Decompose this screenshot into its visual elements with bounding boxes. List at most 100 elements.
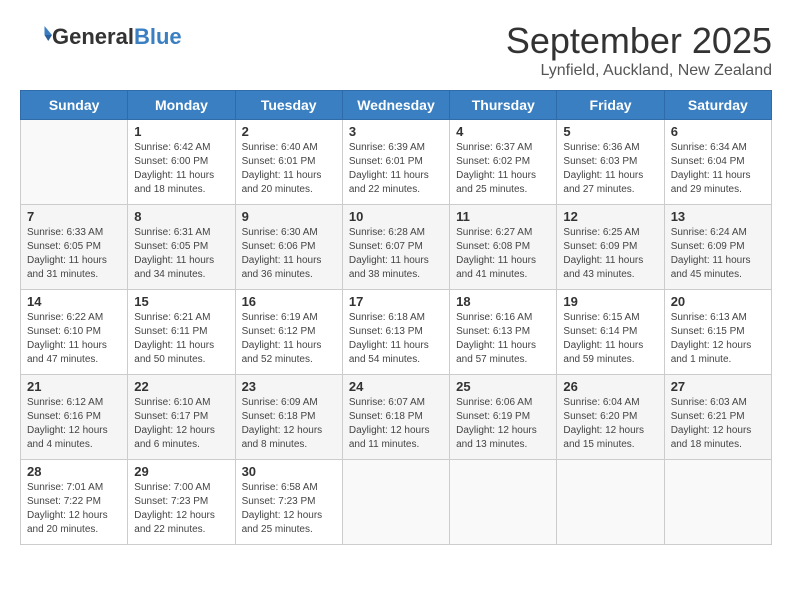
- day-number: 18: [456, 294, 550, 309]
- day-number: 19: [563, 294, 657, 309]
- day-info: Sunrise: 6:42 AMSunset: 6:00 PMDaylight:…: [134, 141, 228, 197]
- calendar-cell: 22 Sunrise: 6:10 AMSunset: 6:17 PMDayligh…: [128, 375, 235, 460]
- header-saturday: Saturday: [664, 91, 771, 120]
- day-info: Sunrise: 6:25 AMSunset: 6:09 PMDaylight:…: [563, 226, 657, 282]
- day-number: 29: [134, 464, 228, 479]
- calendar-cell: 2 Sunrise: 6:40 AMSunset: 6:01 PMDaylight…: [235, 120, 342, 205]
- calendar-header-row: SundayMondayTuesdayWednesdayThursdayFrid…: [21, 91, 772, 120]
- calendar-cell: 12Sunrise: 6:25 AMSunset: 6:09 PMDayligh…: [557, 205, 664, 290]
- day-info: Sunrise: 6:24 AMSunset: 6:09 PMDaylight:…: [671, 226, 765, 282]
- calendar-cell: 3 Sunrise: 6:39 AMSunset: 6:01 PMDaylight…: [342, 120, 449, 205]
- day-info: Sunrise: 6:07 AMSunset: 6:18 PMDaylight:…: [349, 396, 443, 452]
- day-number: 13: [671, 209, 765, 224]
- day-number: 30: [242, 464, 336, 479]
- calendar-cell: 27Sunrise: 6:03 AMSunset: 6:21 PMDayligh…: [664, 375, 771, 460]
- calendar-cell: 20 Sunrise: 6:13 AMSunset: 6:15 PMDayligh…: [664, 290, 771, 375]
- day-info: Sunrise: 6:09 AMSunset: 6:18 PMDaylight:…: [242, 396, 336, 452]
- calendar-cell: [450, 460, 557, 545]
- header-wednesday: Wednesday: [342, 91, 449, 120]
- day-number: 10: [349, 209, 443, 224]
- calendar-cell: 14 Sunrise: 6:22 AMSunset: 6:10 PMDayligh…: [21, 290, 128, 375]
- calendar-cell: 9 Sunrise: 6:30 AMSunset: 6:06 PMDaylight…: [235, 205, 342, 290]
- calendar-cell: [557, 460, 664, 545]
- title-section: September 2025 Lynfield, Auckland, New Z…: [506, 20, 772, 80]
- calendar-cell: [664, 460, 771, 545]
- day-number: 25: [456, 379, 550, 394]
- calendar-cell: 13 Sunrise: 6:24 AMSunset: 6:09 PMDayligh…: [664, 205, 771, 290]
- day-info: Sunrise: 6:06 AMSunset: 6:19 PMDaylight:…: [456, 396, 550, 452]
- location: Lynfield, Auckland, New Zealand: [506, 62, 772, 80]
- calendar-cell: 25 Sunrise: 6:06 AMSunset: 6:19 PMDayligh…: [450, 375, 557, 460]
- header-sunday: Sunday: [21, 91, 128, 120]
- calendar-cell: 29 Sunrise: 7:00 AMSunset: 7:23 PMDayligh…: [128, 460, 235, 545]
- week-row-3: 14 Sunrise: 6:22 AMSunset: 6:10 PMDayligh…: [21, 290, 772, 375]
- day-info: Sunrise: 7:00 AMSunset: 7:23 PMDaylight:…: [134, 481, 228, 537]
- day-number: 24: [349, 379, 443, 394]
- day-number: 9: [242, 209, 336, 224]
- day-number: 23: [242, 379, 336, 394]
- day-info: Sunrise: 6:30 AMSunset: 6:06 PMDaylight:…: [242, 226, 336, 282]
- day-info: Sunrise: 6:10 AMSunset: 6:17 PMDaylight:…: [134, 396, 228, 452]
- calendar-cell: 1Sunrise: 6:42 AMSunset: 6:00 PMDaylight…: [128, 120, 235, 205]
- day-number: 8: [134, 209, 228, 224]
- calendar-cell: 17 Sunrise: 6:18 AMSunset: 6:13 PMDayligh…: [342, 290, 449, 375]
- day-info: Sunrise: 6:40 AMSunset: 6:01 PMDaylight:…: [242, 141, 336, 197]
- logo: GeneralBlue: [20, 20, 182, 55]
- day-info: Sunrise: 6:04 AMSunset: 6:20 PMDaylight:…: [563, 396, 657, 452]
- page-header: GeneralBlue September 2025 Lynfield, Auc…: [20, 20, 772, 80]
- calendar-cell: 8 Sunrise: 6:31 AMSunset: 6:05 PMDaylight…: [128, 205, 235, 290]
- day-info: Sunrise: 6:36 AMSunset: 6:03 PMDaylight:…: [563, 141, 657, 197]
- day-number: 3: [349, 124, 443, 139]
- day-info: Sunrise: 7:01 AMSunset: 7:22 PMDaylight:…: [27, 481, 121, 537]
- header-thursday: Thursday: [450, 91, 557, 120]
- day-info: Sunrise: 6:31 AMSunset: 6:05 PMDaylight:…: [134, 226, 228, 282]
- day-info: Sunrise: 6:12 AMSunset: 6:16 PMDaylight:…: [27, 396, 121, 452]
- day-number: 4: [456, 124, 550, 139]
- calendar-cell: 5 Sunrise: 6:36 AMSunset: 6:03 PMDaylight…: [557, 120, 664, 205]
- day-info: Sunrise: 6:19 AMSunset: 6:12 PMDaylight:…: [242, 311, 336, 367]
- day-info: Sunrise: 6:03 AMSunset: 6:21 PMDaylight:…: [671, 396, 765, 452]
- day-number: 17: [349, 294, 443, 309]
- day-info: Sunrise: 6:21 AMSunset: 6:11 PMDaylight:…: [134, 311, 228, 367]
- day-info: Sunrise: 6:15 AMSunset: 6:14 PMDaylight:…: [563, 311, 657, 367]
- calendar-cell: 18 Sunrise: 6:16 AMSunset: 6:13 PMDayligh…: [450, 290, 557, 375]
- header-tuesday: Tuesday: [235, 91, 342, 120]
- logo-general: General: [52, 24, 134, 49]
- day-number: 16: [242, 294, 336, 309]
- calendar-cell: 4Sunrise: 6:37 AMSunset: 6:02 PMDaylight…: [450, 120, 557, 205]
- week-row-2: 7 Sunrise: 6:33 AMSunset: 6:05 PMDaylight…: [21, 205, 772, 290]
- calendar-cell: 19 Sunrise: 6:15 AMSunset: 6:14 PMDayligh…: [557, 290, 664, 375]
- calendar: SundayMondayTuesdayWednesdayThursdayFrid…: [20, 90, 772, 545]
- header-friday: Friday: [557, 91, 664, 120]
- calendar-cell: 30 Sunrise: 6:58 AMSunset: 7:23 PMDayligh…: [235, 460, 342, 545]
- day-number: 21: [27, 379, 121, 394]
- day-info: Sunrise: 6:22 AMSunset: 6:10 PMDaylight:…: [27, 311, 121, 367]
- day-info: Sunrise: 6:39 AMSunset: 6:01 PMDaylight:…: [349, 141, 443, 197]
- day-info: Sunrise: 6:33 AMSunset: 6:05 PMDaylight:…: [27, 226, 121, 282]
- day-info: Sunrise: 6:18 AMSunset: 6:13 PMDaylight:…: [349, 311, 443, 367]
- day-number: 28: [27, 464, 121, 479]
- day-info: Sunrise: 6:13 AMSunset: 6:15 PMDaylight:…: [671, 311, 765, 367]
- calendar-cell: [342, 460, 449, 545]
- day-number: 15: [134, 294, 228, 309]
- day-info: Sunrise: 6:16 AMSunset: 6:13 PMDaylight:…: [456, 311, 550, 367]
- day-number: 26: [563, 379, 657, 394]
- month-title: September 2025: [506, 20, 772, 62]
- day-number: 22: [134, 379, 228, 394]
- day-info: Sunrise: 6:58 AMSunset: 7:23 PMDaylight:…: [242, 481, 336, 537]
- header-monday: Monday: [128, 91, 235, 120]
- day-number: 6: [671, 124, 765, 139]
- day-number: 2: [242, 124, 336, 139]
- calendar-cell: 24 Sunrise: 6:07 AMSunset: 6:18 PMDayligh…: [342, 375, 449, 460]
- day-number: 14: [27, 294, 121, 309]
- day-number: 5: [563, 124, 657, 139]
- calendar-cell: 6 Sunrise: 6:34 AMSunset: 6:04 PMDaylight…: [664, 120, 771, 205]
- day-info: Sunrise: 6:34 AMSunset: 6:04 PMDaylight:…: [671, 141, 765, 197]
- day-number: 11: [456, 209, 550, 224]
- day-info: Sunrise: 6:28 AMSunset: 6:07 PMDaylight:…: [349, 226, 443, 282]
- calendar-cell: 16 Sunrise: 6:19 AMSunset: 6:12 PMDayligh…: [235, 290, 342, 375]
- logo-blue: Blue: [134, 24, 182, 49]
- day-number: 7: [27, 209, 121, 224]
- calendar-cell: 21 Sunrise: 6:12 AMSunset: 6:16 PMDayligh…: [21, 375, 128, 460]
- day-number: 20: [671, 294, 765, 309]
